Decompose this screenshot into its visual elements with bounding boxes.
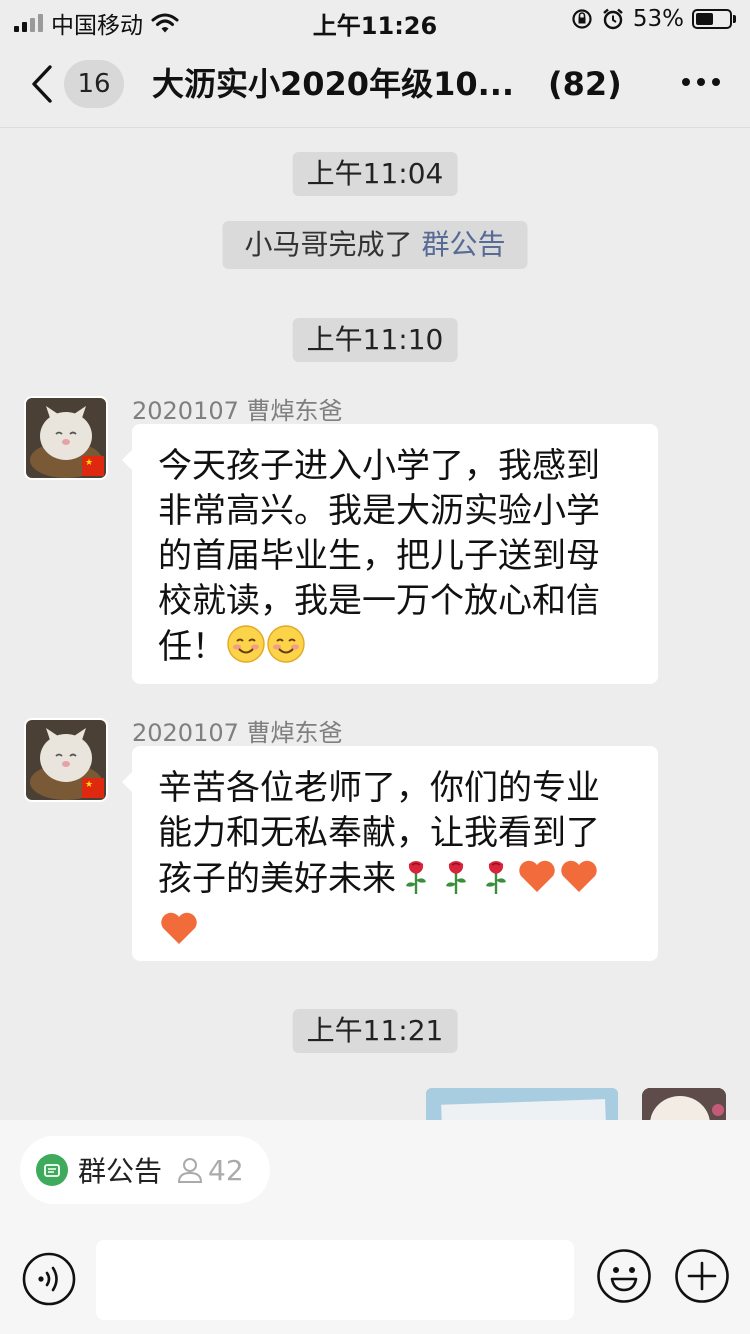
rose-icon [476,856,516,908]
heart-icon [158,908,200,960]
message-input[interactable] [96,1240,574,1320]
voice-button[interactable] [22,1252,76,1306]
svg-text:★: ★ [85,780,93,790]
notice-count: 42 [208,1153,244,1187]
timestamp: 上午11:10 [292,318,458,362]
my-avatar[interactable] [642,1088,726,1120]
message-bubble[interactable]: 辛苦各位老师了，你们的专业能力和无私奉献，让我看到了孩子的美好未来 [122,746,658,961]
heart-icon [516,856,558,908]
timestamp: 上午11:21 [292,1009,458,1053]
system-message-text: 小马哥完成了 [244,228,413,261]
plus-icon [675,1249,729,1303]
member-count: (82) [548,65,622,103]
more-dots-icon [682,78,690,86]
back-chevron-icon [32,65,52,103]
nav-bar: 16 大沥实小2020年级10... (82) [0,40,750,128]
heart-icon [558,856,600,908]
back-button[interactable] [26,62,60,106]
timestamp: 上午11:04 [292,152,458,196]
rose-icon [436,856,476,908]
sender-name: 2020107 曹焯东爸 [132,719,343,747]
status-right: 53% [571,6,736,32]
group-notice-link[interactable]: 群公告 [421,228,505,261]
plus-button[interactable] [674,1248,730,1304]
system-message: 小马哥完成了 群公告 [222,221,528,269]
person-icon [178,1158,203,1183]
my-avatar-image [642,1088,726,1120]
notice-icon [36,1154,68,1186]
chat-area[interactable]: 上午11:04 小马哥完成了 群公告 上午11:10 ★ 2020107 曹焯东… [0,129,750,1120]
rotation-lock-icon [572,9,592,29]
group-notice-chip[interactable]: 群公告 42 [20,1136,270,1204]
bottom-panel: 群公告 42 [0,1120,750,1334]
smiling-face-icon [226,624,266,676]
emoji-button[interactable] [596,1248,652,1304]
group-notice-label: 群公告 [78,1155,163,1188]
smiling-face-icon [266,624,306,676]
svg-text:★: ★ [85,458,93,468]
alarm-icon [603,8,623,30]
cat-avatar-image: ★ [26,398,106,478]
rose-icon [396,856,436,908]
message-text: 今天孩子进入小学了，我感到非常高兴。我是大沥实验小学的首届毕业生，把儿子送到母校… [158,446,600,667]
battery-percent: 53% [632,6,684,32]
unread-count-badge[interactable]: 16 [64,60,124,108]
avatar[interactable]: ★ [24,718,108,802]
image-thumbnail [426,1088,618,1120]
cat-avatar-image: ★ [26,720,106,800]
outgoing-image-message[interactable] [426,1088,618,1120]
avatar[interactable]: ★ [24,396,108,480]
more-button[interactable] [682,78,720,86]
status-bar: 中国移动 上午11:26 53% [0,0,750,40]
emoji-icon [597,1249,651,1303]
voice-icon [22,1252,76,1306]
chat-title: 大沥实小2020年级10... [152,65,515,103]
message-bubble[interactable]: 今天孩子进入小学了，我感到非常高兴。我是大沥实验小学的首届毕业生，把儿子送到母校… [122,424,658,684]
sender-name: 2020107 曹焯东爸 [132,397,343,425]
battery-icon [692,9,736,29]
